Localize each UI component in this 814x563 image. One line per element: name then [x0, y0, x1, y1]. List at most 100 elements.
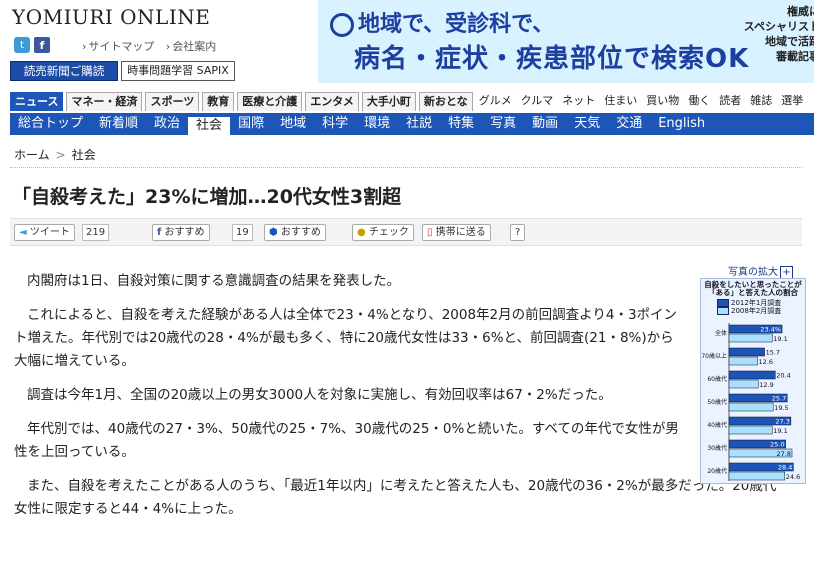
nav-traffic[interactable]: 交通 — [608, 113, 650, 135]
tab-money[interactable]: マネー・経済 — [66, 92, 143, 111]
facebook-icon[interactable]: f — [34, 37, 50, 53]
ad-headline: 地域で、受診科で、 — [330, 6, 554, 38]
ad-subline: 病名・症状・疾患部位で検索OK — [354, 44, 750, 74]
category-label: 60歳代 — [707, 375, 727, 383]
top-links: サイトマップ 会社案内 — [82, 38, 224, 54]
jiji-sapix-button[interactable]: 時事問題学習 SAPIX — [121, 61, 235, 81]
chart-legend: 2012年1月調査 2008年2月調査 — [717, 299, 781, 315]
tab-housing[interactable]: 住まい — [601, 92, 640, 110]
mobile-phone-icon: ▯ — [427, 227, 433, 238]
legend-item: 2008年2月調査 — [717, 307, 781, 315]
data-label-2012: 25.7 — [772, 395, 786, 403]
tab-magazine[interactable]: 雑誌 — [747, 92, 775, 110]
tab-gourmet[interactable]: グルメ — [476, 92, 515, 110]
category-label: 30歳代 — [707, 444, 727, 452]
tweet-count: 219 — [82, 224, 110, 241]
share-bar: ◄ ツイート 219 f おすすめ 19 ⬢ おすすめ ● チェック ▯ 携帯に… — [10, 218, 802, 246]
check-button[interactable]: ● チェック — [352, 224, 414, 241]
article-body: 内閣府は1日、自殺対策に関する意識調査の結果を発表した。 これによると、自殺を考… — [14, 270, 776, 532]
tab-readers[interactable]: 読者 — [716, 92, 744, 110]
nav-environment[interactable]: 環境 — [356, 113, 398, 135]
chart-title: 自殺をしたいと思ったことが「ある」と答えた人の割合 — [704, 280, 802, 297]
sitemap-link[interactable]: サイトマップ — [82, 40, 154, 53]
paragraph: 内閣府は1日、自殺対策に関する意識調査の結果を発表した。 — [27, 273, 401, 289]
nav-politics[interactable]: 政治 — [146, 113, 188, 135]
data-label-2008: 19.1 — [773, 427, 787, 435]
tab-net[interactable]: ネット — [559, 92, 598, 110]
magnifier-icon — [330, 13, 354, 37]
chart-thumbnail[interactable]: 自殺をしたいと思ったことが「ある」と答えた人の割合 2012年1月調査 2008… — [700, 278, 806, 484]
chevron-right-icon: > — [55, 148, 66, 162]
bar-2012 — [728, 370, 776, 380]
legend-swatch-2012 — [717, 299, 729, 307]
tab-car[interactable]: クルマ — [518, 92, 557, 110]
data-label-2012: 25.0 — [770, 441, 784, 449]
breadcrumb-current: 社会 — [71, 148, 96, 162]
company-link[interactable]: 会社案内 — [166, 40, 216, 53]
data-label-2008: 19.1 — [773, 335, 787, 343]
nav-top[interactable]: 総合トップ — [10, 113, 91, 135]
tab-entertainment[interactable]: エンタメ — [305, 92, 359, 111]
data-label-2008: 12.9 — [759, 381, 773, 389]
category-label: 全体 — [715, 329, 727, 337]
nav-feature[interactable]: 特集 — [440, 113, 482, 135]
data-label-2012: 28.4 — [778, 464, 792, 472]
category-label: 50歳代 — [707, 398, 727, 406]
bar-2008 — [728, 379, 759, 389]
photo-enlarge-link[interactable]: 写真の拡大 + — [728, 263, 793, 279]
data-label-2012: 15.7 — [766, 349, 780, 357]
tab-komachi[interactable]: 大手小町 — [361, 92, 416, 111]
nav-society[interactable]: 社会 — [188, 117, 231, 135]
category-label: 40歳代 — [707, 421, 727, 429]
help-button[interactable]: ? — [510, 224, 526, 241]
tab-sports[interactable]: スポーツ — [145, 92, 200, 111]
section-nav: 総合トップ 新着順 政治 社会 国際 地域 科学 環境 社説 特集 写真 動画 … — [10, 113, 814, 135]
data-label-2008: 24.6 — [786, 473, 800, 481]
twitter-icon[interactable]: t — [14, 37, 30, 53]
recommend-button[interactable]: ⬢ おすすめ — [264, 224, 326, 241]
tab-medical[interactable]: 医療と介護 — [237, 92, 303, 111]
twitter-bird-icon: ◄ — [19, 227, 27, 238]
paragraph: これによると、自殺を考えた経験がある人は全体で23・4%となり、2008年2月の… — [14, 307, 678, 369]
nav-international[interactable]: 国際 — [230, 113, 272, 135]
social-icons: t f — [14, 37, 50, 53]
nav-photo[interactable]: 写真 — [482, 113, 524, 135]
nav-video[interactable]: 動画 — [524, 113, 566, 135]
bar-2012 — [728, 347, 765, 357]
nav-english[interactable]: English — [650, 113, 713, 135]
banner-ad[interactable]: 地域で、受診科で、 病名・症状・疾患部位で検索OK 権威にスペシャリスト地域で活… — [318, 0, 814, 83]
nav-weather[interactable]: 天気 — [566, 113, 608, 135]
fb-recommend-button[interactable]: f おすすめ — [152, 224, 210, 241]
send-to-mobile-button[interactable]: ▯ 携帯に送る — [422, 224, 491, 241]
site-logo[interactable]: YOMIURI ONLINE — [12, 5, 210, 29]
tweet-button[interactable]: ◄ ツイート — [14, 224, 75, 241]
legend-item: 2012年1月調査 — [717, 299, 781, 307]
tab-education[interactable]: 教育 — [202, 92, 235, 111]
data-label-2012: 23.4% — [760, 326, 781, 334]
breadcrumb: ホーム > 社会 — [14, 146, 96, 163]
facebook-icon: f — [157, 227, 162, 238]
breadcrumb-home[interactable]: ホーム — [14, 148, 50, 162]
mixi-check-icon: ● — [357, 227, 366, 238]
nav-science[interactable]: 科学 — [314, 113, 356, 135]
subscribe-button[interactable]: 読売新聞ご購読 — [10, 61, 118, 81]
ad-side-text: 権威にスペシャリスト地域で活躍審載記事 — [743, 5, 814, 63]
nav-editorial[interactable]: 社説 — [398, 113, 440, 135]
bar-2008 — [728, 356, 758, 366]
nav-latest[interactable]: 新着順 — [91, 113, 146, 135]
tab-work[interactable]: 働く — [685, 92, 713, 110]
tab-shopping[interactable]: 買い物 — [643, 92, 682, 110]
category-label: 70歳以上 — [701, 352, 727, 360]
data-label-2008: 19.5 — [774, 404, 788, 412]
bar-2008 — [728, 333, 773, 343]
tab-news[interactable]: ニュース — [10, 92, 64, 111]
tab-election[interactable]: 選挙 — [778, 92, 806, 110]
legend-swatch-2008 — [717, 307, 729, 315]
data-label-2012: 27.3 — [775, 418, 789, 426]
bar-2008 — [728, 471, 786, 481]
paragraph: また、自殺を考えたことがある人のうち、「最近1年以内」に考えたと答えた人も、20… — [14, 478, 777, 517]
nav-region[interactable]: 地域 — [272, 113, 314, 135]
data-label-2008: 27.8 — [777, 450, 791, 458]
category-label: 20歳代 — [707, 467, 727, 475]
tab-otona[interactable]: 新おとな — [418, 92, 473, 111]
